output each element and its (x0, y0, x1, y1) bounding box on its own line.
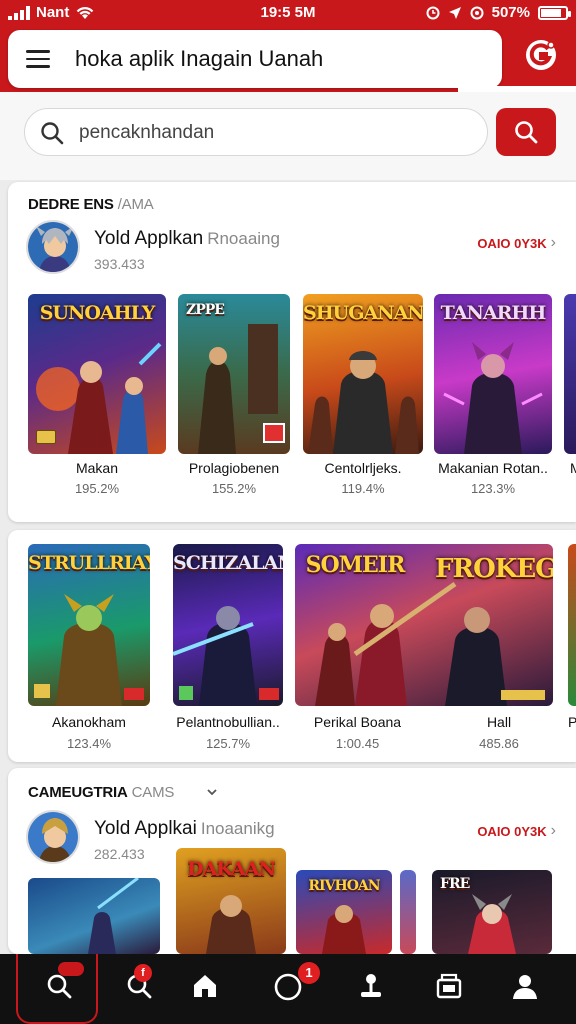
app-name: P (568, 714, 576, 730)
app-name: Centolrljeks. (324, 460, 402, 476)
developer-app-count: 393.433 (94, 256, 145, 272)
profile-icon (513, 975, 537, 999)
title-bar: hoka aplik Inagain Uanah (8, 30, 502, 88)
app-cover-title: STRULLRIAY (28, 552, 150, 574)
developer-name[interactable]: Yold Applkai Inoaanikg (94, 818, 275, 840)
library-icon (436, 973, 462, 999)
app-cover-image: SUNOAHLY (28, 294, 166, 454)
app-rating: 123.3% (470, 481, 516, 496)
age-rating-badge (36, 430, 56, 444)
notification-badge: 1 (298, 962, 320, 984)
app-name: Makanian Rotan.. (438, 460, 548, 476)
search-row (0, 92, 576, 180)
app-cover-title: TANARHH (440, 302, 547, 324)
app-rating: 485.86 (479, 736, 519, 751)
app-name: Akanokham (52, 714, 126, 730)
chevron-right-icon: › (550, 234, 556, 251)
app-cover-image (564, 294, 576, 454)
joystick-icon (361, 974, 381, 997)
notification-badge: f (134, 964, 152, 982)
alarm-icon (426, 6, 440, 19)
app-cover-image: TANARHH (434, 294, 552, 454)
app-header: hoka aplik Inagain Uanah (0, 26, 576, 92)
app-cover-image: SCHIZALAN (173, 544, 283, 706)
search-input[interactable] (79, 119, 469, 147)
nav-search[interactable] (16, 954, 98, 1024)
app-name: Makan (75, 460, 119, 476)
battery-percent: 507% (491, 4, 530, 21)
app-name: Hall (486, 714, 512, 730)
nav-games[interactable] (330, 954, 412, 1024)
app-cover-title: FROKEG (435, 554, 553, 584)
bottom-navigation: f 1 (0, 954, 576, 1024)
app-cover-image: SHUGANAN (303, 294, 423, 454)
nav-activity[interactable]: 1 (246, 954, 328, 1024)
app-rating: 119.4% (341, 481, 385, 496)
app-rating: 125.7% (205, 736, 251, 751)
search-icon (515, 121, 538, 144)
developer-avatar[interactable] (26, 220, 80, 274)
app-cover-title: ZPPE (186, 302, 225, 318)
app-rating: 123.4% (66, 736, 112, 751)
app-rating: 195.2% (74, 481, 120, 496)
app-name: Prolagiobenen (188, 460, 280, 476)
app-cover-title: DAKAAN (187, 858, 276, 880)
app-cover-image: ZPPE (178, 294, 290, 454)
app-cover-image (400, 870, 416, 954)
status-bar: Nant 19:5 5M 507% (0, 0, 576, 26)
app-cover-title: SCHIZALAN (173, 552, 283, 574)
app-name: M (570, 460, 576, 476)
app-cover-image (28, 878, 160, 954)
developer-see-all-link[interactable]: OAIO 0Y3K › (477, 234, 556, 252)
sync-icon (470, 6, 484, 19)
app-logo-icon[interactable] (524, 38, 558, 72)
hamburger-menu-icon[interactable] (26, 50, 50, 68)
chevron-down-icon[interactable] (206, 786, 218, 798)
search-icon (47, 974, 72, 999)
nav-home[interactable] (164, 954, 246, 1024)
active-indicator (58, 962, 84, 976)
app-cover-title: RIVHOAN (308, 878, 380, 894)
app-cover-image: RIVHOAN (296, 870, 392, 954)
app-title: hoka aplik Inagain Uanah (75, 46, 324, 71)
app-cover-title: SOMEIR (305, 552, 406, 578)
section-card-developer: CAMEUGTRIA CAMS Yold Applkai Inoaanikg 282… (8, 768, 576, 954)
app-cover-image: STRULLRIAY (28, 544, 150, 706)
app-cover-image (568, 544, 576, 706)
section-title: DEDRE ENS/AMA (28, 196, 154, 213)
app-rating: 155.2% (211, 481, 257, 496)
app-cover-image: FRE (432, 870, 552, 954)
section-card-apps: STRULLRIAY Akanokham 123.4% SCHIZALAN Pe… (8, 530, 576, 762)
app-rating: 1:00.45 (335, 736, 380, 751)
app-name: Pelantnobullian.. (176, 714, 280, 730)
app-cover-title: SHUGANAN (303, 302, 423, 324)
search-icon (41, 122, 64, 145)
app-cover-image: SOMEIR FROKEG (295, 544, 553, 706)
search-button[interactable] (496, 108, 556, 156)
app-cover-image: DAKAAN (176, 848, 286, 954)
home-icon (194, 975, 216, 997)
nav-library[interactable] (408, 954, 490, 1024)
developer-avatar[interactable] (26, 810, 80, 864)
app-cover-title: SUNOAHLY (39, 302, 156, 324)
developer-see-all-link[interactable]: OAIO 0Y3K › (477, 822, 556, 840)
nav-profile[interactable] (484, 954, 566, 1024)
app-name: Perikal Boana (313, 714, 402, 730)
developer-name[interactable]: Yold Applkan Rnoaaing (94, 228, 280, 250)
location-icon (448, 6, 461, 19)
battery-icon (538, 5, 571, 20)
developer-app-count: 282.433 (94, 846, 145, 862)
chevron-right-icon: › (550, 822, 556, 839)
section-card-developer: DEDRE ENS/AMA Yold Applkan Rnoaaing 393.4… (8, 182, 576, 522)
search-box[interactable] (24, 108, 488, 156)
section-title: CAMEUGTRIA CAMS (28, 784, 175, 801)
app-cover-title: FRE (440, 876, 470, 892)
